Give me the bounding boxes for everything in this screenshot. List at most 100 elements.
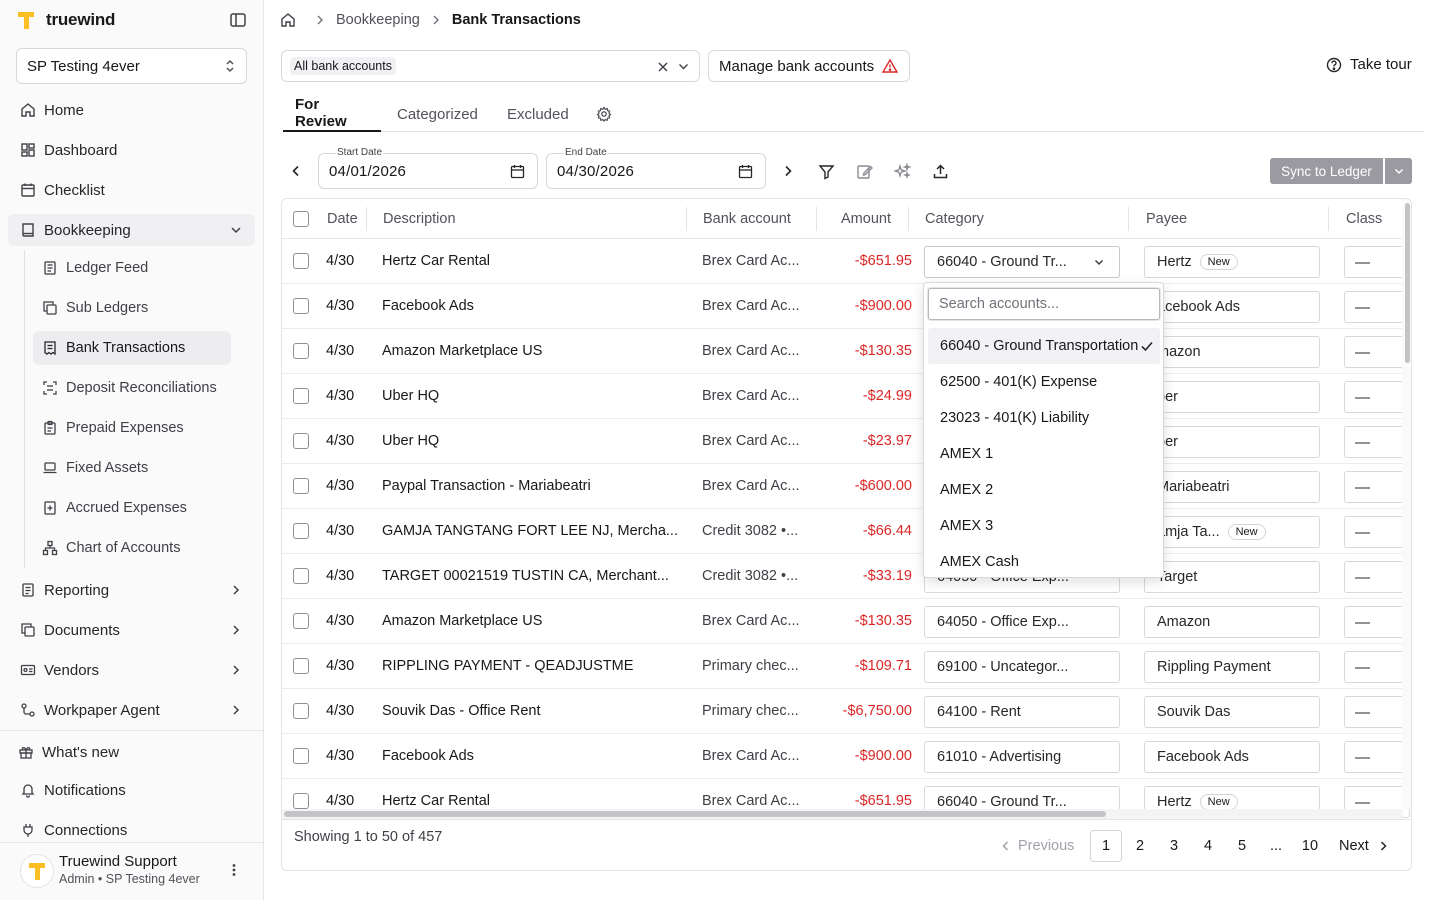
header-category[interactable]: Category	[925, 199, 984, 239]
select-all-checkbox[interactable]	[293, 211, 309, 227]
category-select[interactable]: 61010 - Advertising	[924, 741, 1120, 773]
nav-bookkeeping[interactable]: Bookkeeping	[8, 214, 255, 246]
horizontal-scrollbar[interactable]	[282, 809, 1403, 819]
nav-vendors[interactable]: Vendors	[8, 654, 255, 686]
header-payee[interactable]: Payee	[1146, 199, 1187, 239]
search-accounts-input[interactable]	[928, 288, 1160, 320]
category-option[interactable]: AMEX 2	[928, 472, 1160, 508]
sidebar-item-sub-ledgers[interactable]: Sub Ledgers	[33, 291, 231, 325]
calendar-icon[interactable]	[510, 164, 525, 179]
table-row[interactable]: 4/30 Souvik Das - Office Rent Primary chec…	[282, 689, 1411, 734]
row-checkbox[interactable]	[293, 568, 309, 584]
table-row[interactable]: 4/30 Facebook Ads Brex Card Ac... -$900.00 6…	[282, 734, 1411, 779]
nav-home[interactable]: Home	[8, 94, 255, 126]
take-tour-button[interactable]: Take tour	[1326, 56, 1412, 73]
sidebar-toggle-icon[interactable]	[229, 11, 247, 29]
class-select[interactable]: —	[1344, 381, 1410, 413]
payee-select[interactable]: amja Ta... New	[1144, 516, 1320, 548]
class-select[interactable]: —	[1344, 516, 1410, 548]
row-checkbox[interactable]	[293, 613, 309, 629]
tab-for-review[interactable]: For Review	[283, 96, 381, 132]
row-checkbox[interactable]	[293, 748, 309, 764]
header-class[interactable]: Class	[1346, 199, 1382, 239]
nav-dashboard[interactable]: Dashboard	[8, 134, 255, 166]
sidebar-item-fixed-assets[interactable]: Fixed Assets	[33, 451, 231, 485]
export-button[interactable]	[928, 159, 952, 183]
table-row[interactable]: 4/30 GAMJA TANGTANG FORT LEE NJ, Mercha..…	[282, 509, 1411, 554]
payee-select[interactable]: mazon	[1144, 336, 1320, 368]
table-row[interactable]: 4/30 Uber HQ Brex Card Ac... -$24.99 ber —	[282, 374, 1411, 419]
sidebar-item-chart-of-accounts[interactable]: Chart of Accounts	[33, 531, 231, 565]
scroll-thumb[interactable]	[284, 811, 1106, 817]
payee-select[interactable]: Mariabeatri	[1144, 471, 1320, 503]
scroll-thumb[interactable]	[1405, 203, 1410, 363]
row-checkbox[interactable]	[293, 703, 309, 719]
nav-checklist[interactable]: Checklist	[8, 174, 255, 206]
ai-categorize-button[interactable]	[890, 159, 914, 183]
calendar-icon[interactable]	[738, 164, 753, 179]
payee-select[interactable]: Facebook Ads	[1144, 741, 1320, 773]
end-date-field[interactable]: End Date 04/30/2026	[546, 147, 766, 189]
nav-documents[interactable]: Documents	[8, 614, 255, 646]
sidebar-item-bank-transactions[interactable]: Bank Transactions	[33, 331, 231, 365]
category-option[interactable]: AMEX Cash	[928, 544, 1160, 577]
category-select[interactable]: 66040 - Ground Tr...	[924, 246, 1120, 278]
payee-select[interactable]: ber	[1144, 381, 1320, 413]
nav-workpaper-agent[interactable]: Workpaper Agent	[8, 694, 255, 726]
payee-select[interactable]: Hertz New	[1144, 246, 1320, 278]
category-select[interactable]: 64100 - Rent	[924, 696, 1120, 728]
payee-select[interactable]: acebook Ads	[1144, 291, 1320, 323]
table-row[interactable]: 4/30 Amazon Marketplace US Brex Card Ac...…	[282, 329, 1411, 374]
row-checkbox[interactable]	[293, 433, 309, 449]
class-select[interactable]: —	[1344, 651, 1410, 683]
table-row[interactable]: 4/30 Hertz Car Rental Brex Card Ac... -$651…	[282, 239, 1411, 284]
sidebar-item-deposit-reconciliations[interactable]: Deposit Reconciliations	[33, 371, 231, 405]
bank-account-select[interactable]: All bank accounts	[281, 50, 700, 82]
user-profile[interactable]: Truewind Support Admin • SP Testing 4eve…	[20, 852, 250, 892]
category-select[interactable]: 64050 - Office Exp...	[924, 606, 1120, 638]
row-checkbox[interactable]	[293, 298, 309, 314]
payee-select[interactable]: Target	[1144, 561, 1320, 593]
org-select[interactable]: SP Testing 4ever	[16, 48, 247, 84]
page-5[interactable]: 5	[1226, 830, 1258, 862]
header-date[interactable]: Date	[327, 199, 358, 239]
class-select[interactable]: —	[1344, 471, 1410, 503]
class-select[interactable]: —	[1344, 426, 1410, 458]
prev-period-button[interactable]	[284, 159, 308, 183]
more-vertical-icon[interactable]	[226, 862, 242, 878]
class-select[interactable]: —	[1344, 606, 1410, 638]
sync-options-button[interactable]	[1385, 158, 1412, 184]
row-checkbox[interactable]	[293, 478, 309, 494]
sidebar-item-accrued-expenses[interactable]: Accrued Expenses	[33, 491, 231, 525]
tab-categorized[interactable]: Categorized	[397, 96, 478, 132]
payee-select[interactable]: Souvik Das	[1144, 696, 1320, 728]
nav-reporting[interactable]: Reporting	[8, 574, 255, 606]
header-amount[interactable]: Amount	[841, 199, 891, 239]
page-10[interactable]: 10	[1294, 830, 1326, 862]
breadcrumb-bookkeeping[interactable]: Bookkeeping	[336, 12, 420, 28]
class-select[interactable]: —	[1344, 291, 1410, 323]
class-select[interactable]: —	[1344, 246, 1410, 278]
next-page-button[interactable]: Next	[1339, 830, 1389, 862]
header-description[interactable]: Description	[383, 199, 456, 239]
category-option[interactable]: 66040 - Ground Transportation	[928, 328, 1160, 364]
category-option[interactable]: AMEX 3	[928, 508, 1160, 544]
clear-icon[interactable]	[657, 60, 669, 72]
class-select[interactable]: —	[1344, 741, 1410, 773]
nav-whats-new[interactable]: What's new	[8, 736, 255, 768]
table-row[interactable]: 4/30 Paypal Transaction - Mariabeatri Brex…	[282, 464, 1411, 509]
table-row[interactable]: 4/30 TARGET 00021519 TUSTIN CA, Merchant.…	[282, 554, 1411, 599]
payee-select[interactable]: Rippling Payment	[1144, 651, 1320, 683]
table-row[interactable]: 4/30 Facebook Ads Brex Card Ac... -$900.00 a…	[282, 284, 1411, 329]
page-2[interactable]: 2	[1124, 830, 1156, 862]
row-checkbox[interactable]	[293, 343, 309, 359]
manage-bank-accounts-button[interactable]: Manage bank accounts	[708, 50, 910, 82]
chevron-down-icon[interactable]	[677, 60, 690, 73]
class-select[interactable]: —	[1344, 336, 1410, 368]
row-checkbox[interactable]	[293, 388, 309, 404]
sync-to-ledger-button[interactable]: Sync to Ledger	[1270, 158, 1383, 184]
payee-select[interactable]: ber	[1144, 426, 1320, 458]
previous-page-button[interactable]: Previous	[1000, 830, 1074, 862]
class-select[interactable]: —	[1344, 561, 1410, 593]
home-icon[interactable]	[280, 12, 296, 28]
